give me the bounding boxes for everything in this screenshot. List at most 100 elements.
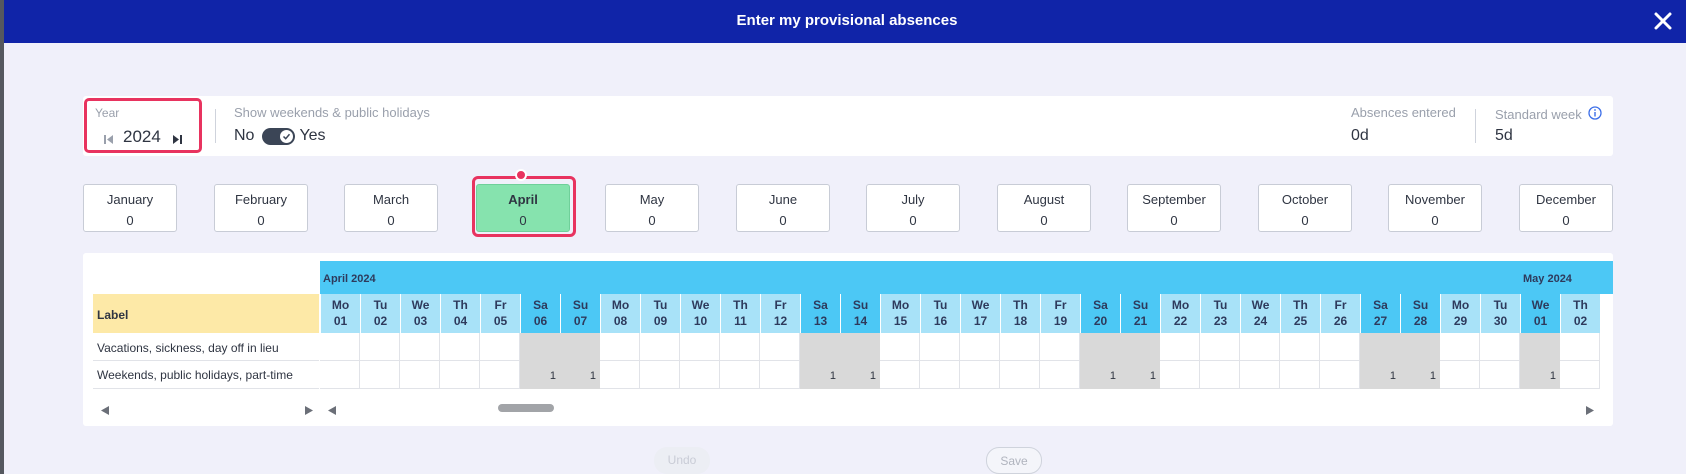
grid-cell[interactable] <box>880 361 920 389</box>
grid-cell[interactable] <box>480 333 520 361</box>
grid-cell[interactable] <box>560 333 600 361</box>
grid-cell[interactable] <box>440 361 480 389</box>
grid-cell[interactable] <box>1480 333 1520 361</box>
grid-cell[interactable] <box>960 333 1000 361</box>
grid-cell[interactable] <box>1040 361 1080 389</box>
grid-cell[interactable]: 1 <box>1120 361 1160 389</box>
grid-cell[interactable] <box>1440 361 1480 389</box>
grid-cell[interactable] <box>920 361 960 389</box>
day-header: Su 07 <box>560 294 600 333</box>
weekends-switch[interactable] <box>262 127 296 145</box>
grid-cell[interactable] <box>520 333 560 361</box>
grid-cell[interactable] <box>1440 333 1480 361</box>
day-number: 06 <box>533 314 548 328</box>
scroll-left-icon[interactable] <box>101 402 109 420</box>
grid-cell[interactable] <box>760 333 800 361</box>
grid-cell[interactable] <box>360 361 400 389</box>
grid-cell[interactable] <box>1320 333 1360 361</box>
grid-cell[interactable]: 1 <box>1080 361 1120 389</box>
grid-cell[interactable] <box>320 361 360 389</box>
grid-cell[interactable]: 1 <box>1520 361 1560 389</box>
grid-cell[interactable] <box>960 361 1000 389</box>
grid-cell[interactable] <box>1000 333 1040 361</box>
day-of-week: Tu <box>1213 298 1228 312</box>
month-tab-march[interactable]: March 0 <box>344 184 438 232</box>
grid-cell[interactable] <box>1400 333 1440 361</box>
grid-cell[interactable] <box>880 333 920 361</box>
grid-cell[interactable] <box>1160 361 1200 389</box>
grid-cell[interactable] <box>1160 333 1200 361</box>
close-icon[interactable] <box>1648 6 1678 36</box>
grid-cell[interactable] <box>1040 333 1080 361</box>
info-icon[interactable] <box>1588 106 1602 123</box>
undo-button[interactable]: Undo <box>654 447 710 474</box>
grid-cell[interactable] <box>360 333 400 361</box>
grid-cell[interactable] <box>760 361 800 389</box>
grid-cell[interactable] <box>1120 333 1160 361</box>
grid-cell[interactable] <box>640 333 680 361</box>
grid-cell[interactable]: 1 <box>1360 361 1400 389</box>
grid-cell[interactable] <box>600 333 640 361</box>
day-header: Mo 01 <box>320 294 360 333</box>
grid-cell[interactable] <box>720 361 760 389</box>
selected-month-highlight <box>472 176 576 237</box>
next-year-icon[interactable] <box>173 131 182 149</box>
prev-year-icon[interactable] <box>104 131 113 149</box>
grid-cell[interactable] <box>1520 333 1560 361</box>
grid-cell[interactable] <box>1560 361 1600 389</box>
grid-cell[interactable]: 1 <box>560 361 600 389</box>
grid-cell[interactable]: 1 <box>1400 361 1440 389</box>
month-tab-december[interactable]: December 0 <box>1519 184 1613 232</box>
month-tab-august[interactable]: August 0 <box>997 184 1091 232</box>
month-tab-may[interactable]: May 0 <box>605 184 699 232</box>
month-tab-november[interactable]: November 0 <box>1388 184 1482 232</box>
grid-cell[interactable] <box>1360 333 1400 361</box>
month-tab-february[interactable]: February 0 <box>214 184 308 232</box>
day-header: Mo 15 <box>880 294 920 333</box>
day-header: Su 28 <box>1400 294 1440 333</box>
month-tab-october[interactable]: October 0 <box>1258 184 1352 232</box>
scroll-left-icon[interactable] <box>328 402 336 420</box>
grid-cell[interactable] <box>640 361 680 389</box>
absence-grid: Label April 2024 May 2024 Mo 01 Tu 02 We 03 Th… <box>83 253 1613 426</box>
day-header: Th 25 <box>1280 294 1320 333</box>
grid-cell[interactable] <box>1000 361 1040 389</box>
horizontal-scrollbar-thumb[interactable] <box>498 404 554 412</box>
grid-cell[interactable] <box>1280 333 1320 361</box>
month-tab-january[interactable]: January 0 <box>83 184 177 232</box>
day-of-week: Mo <box>1171 298 1190 312</box>
grid-cell[interactable] <box>440 333 480 361</box>
grid-cell[interactable]: 1 <box>840 361 880 389</box>
save-button[interactable]: Save <box>986 447 1042 474</box>
scroll-right-icon[interactable] <box>305 402 313 420</box>
grid-cell[interactable] <box>1080 333 1120 361</box>
grid-cell[interactable] <box>480 361 520 389</box>
grid-cell[interactable] <box>680 333 720 361</box>
day-of-week: We <box>411 298 430 312</box>
grid-cell[interactable] <box>600 361 640 389</box>
grid-cell[interactable] <box>1480 361 1520 389</box>
grid-cell[interactable] <box>920 333 960 361</box>
grid-cell[interactable] <box>1240 361 1280 389</box>
grid-cell[interactable] <box>1280 361 1320 389</box>
month-tab-september[interactable]: September 0 <box>1127 184 1221 232</box>
scroll-right-icon[interactable] <box>1586 402 1594 420</box>
grid-cell[interactable] <box>1200 333 1240 361</box>
month-tab-june[interactable]: June 0 <box>736 184 830 232</box>
grid-cell[interactable] <box>320 333 360 361</box>
month-tab-july[interactable]: July 0 <box>866 184 960 232</box>
grid-cell[interactable] <box>1320 361 1360 389</box>
grid-cell[interactable]: 1 <box>800 361 840 389</box>
grid-cell[interactable] <box>1200 361 1240 389</box>
grid-cell[interactable] <box>800 333 840 361</box>
grid-cell[interactable] <box>400 333 440 361</box>
year-label: Year <box>95 106 120 120</box>
grid-cell[interactable] <box>680 361 720 389</box>
grid-cell[interactable] <box>400 361 440 389</box>
standard-week-label: Standard week <box>1495 106 1602 123</box>
grid-cell[interactable] <box>840 333 880 361</box>
grid-cell[interactable] <box>1560 333 1600 361</box>
grid-cell[interactable] <box>720 333 760 361</box>
grid-cell[interactable]: 1 <box>520 361 560 389</box>
grid-cell[interactable] <box>1240 333 1280 361</box>
